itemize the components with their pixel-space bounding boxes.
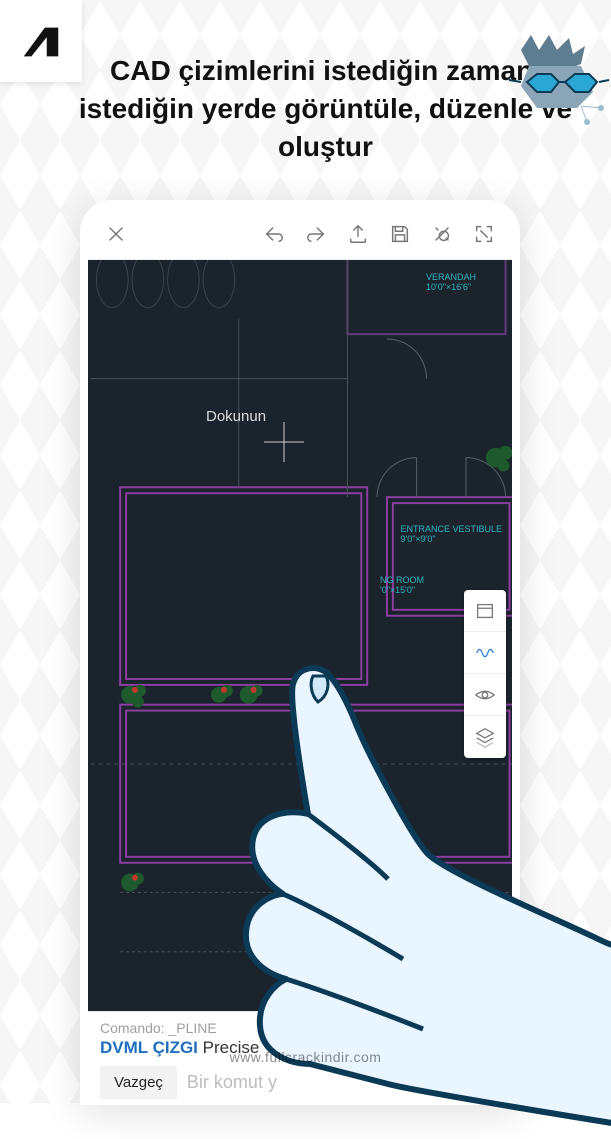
app-toolbar [88, 208, 512, 260]
room-label-living: NG ROOM'0"×15'0" [380, 575, 424, 596]
command-input[interactable] [187, 1072, 500, 1093]
crosshair-icon [264, 422, 304, 462]
close-icon[interactable] [98, 216, 134, 252]
fullscreen-icon[interactable] [466, 216, 502, 252]
palette-visibility-icon[interactable] [464, 674, 506, 716]
upload-icon[interactable] [340, 216, 376, 252]
command-keyword: DVML ÇIZGI [100, 1038, 198, 1057]
touch-hint-label: Dokunun [206, 408, 266, 425]
command-current: DVML ÇIZGI Precise [100, 1038, 500, 1058]
mascot-graphic [481, 30, 611, 160]
palette-waveform-icon[interactable] [464, 632, 506, 674]
room-label-entrance: ENTRANCE VESTIBULE9'0"×9'0" [400, 524, 502, 545]
command-bar: Comando: _PLINE DVML ÇIZGI Precise Vazge… [88, 1011, 512, 1105]
command-history: Comando: _PLINE [100, 1020, 500, 1036]
save-icon[interactable] [382, 216, 418, 252]
cancel-button[interactable]: Vazgeç [100, 1066, 177, 1099]
command-rest: Precise [198, 1038, 259, 1057]
cad-drawing [88, 260, 512, 1011]
autodesk-logo [0, 0, 82, 82]
measure-icon[interactable] [424, 216, 460, 252]
phone-frame: Dokunun VERANDAH10'0"×16'6" ENTRANCE VES… [80, 200, 520, 1105]
room-label-verandah: VERANDAH10'0"×16'6" [426, 272, 476, 293]
tool-palette [464, 590, 506, 758]
phone-screen: Dokunun VERANDAH10'0"×16'6" ENTRANCE VES… [88, 208, 512, 1105]
palette-layers-icon[interactable] [464, 716, 506, 758]
cad-canvas[interactable]: Dokunun VERANDAH10'0"×16'6" ENTRANCE VES… [88, 260, 512, 1011]
palette-window-icon[interactable] [464, 590, 506, 632]
redo-icon[interactable] [298, 216, 334, 252]
undo-icon[interactable] [256, 216, 292, 252]
